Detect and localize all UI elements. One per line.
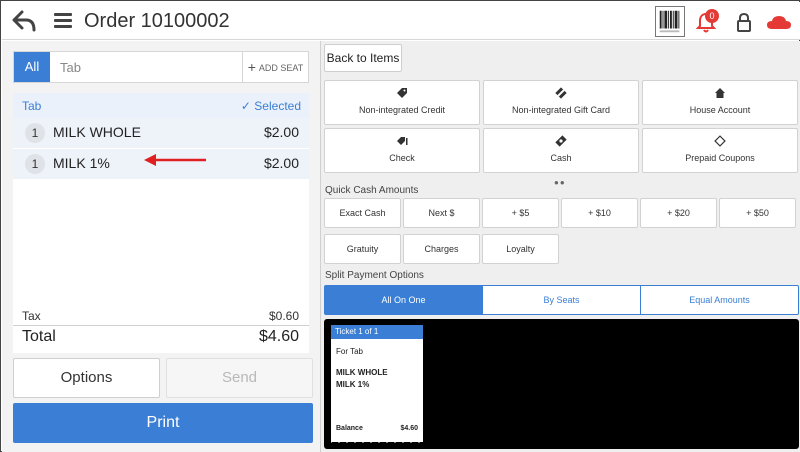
app-frame: Order 10100002 0 All Tab + ADD SEAT Tab … — [0, 0, 800, 452]
payment-label: House Account — [689, 105, 751, 115]
cash-icon — [555, 135, 567, 147]
items-group-header[interactable]: Tab ✓ Selected — [13, 93, 309, 118]
payment-label: Prepaid Coupons — [685, 153, 755, 163]
order-item-row[interactable]: 1 MILK WHOLE $2.00 — [13, 118, 309, 148]
item-name: MILK 1% — [53, 155, 110, 171]
quick-cash-plus-50[interactable]: + $50 — [719, 198, 796, 228]
item-price: $2.00 — [263, 124, 299, 140]
ticket-balance-label: Balance — [336, 425, 363, 432]
quick-cash-exact[interactable]: Exact Cash — [324, 198, 401, 228]
send-button[interactable]: Send — [166, 358, 313, 398]
payment-prepaid-coupons[interactable]: Prepaid Coupons — [642, 128, 798, 173]
item-name: MILK WHOLE — [53, 124, 141, 140]
tag-icon — [397, 88, 407, 98]
gift-card-icon — [555, 87, 567, 99]
page-title: Order 10100002 — [84, 10, 230, 32]
payment-label: Cash — [550, 153, 572, 163]
group-tab-name: Tab — [22, 99, 42, 113]
notification-badge: 0 — [705, 9, 719, 23]
tax-value: $0.60 — [268, 309, 299, 323]
ticket-tear-edge — [331, 442, 423, 446]
ticket-item: MILK WHOLE — [336, 368, 388, 377]
seat-tab-bar: All Tab + ADD SEAT — [13, 51, 309, 83]
ticket-header: Ticket 1 of 1 — [331, 325, 423, 339]
split-by-seats[interactable]: By Seats — [483, 286, 640, 314]
lock-icon[interactable] — [736, 12, 752, 32]
tax-label: Tax — [22, 309, 41, 323]
ticket-for: For Tab — [336, 347, 363, 356]
barcode-icon[interactable] — [655, 6, 685, 37]
annotation-arrow-icon — [144, 154, 206, 166]
payment-cash[interactable]: Cash — [483, 128, 639, 173]
payment-panel: Back to Items Non-integrated Credit Non-… — [320, 41, 800, 452]
split-equal-amounts[interactable]: Equal Amounts — [641, 286, 798, 314]
item-quantity: 1 — [25, 123, 45, 143]
order-items-list: Tab ✓ Selected 1 MILK WHOLE $2.00 1 MILK… — [13, 93, 309, 353]
back-to-items-button[interactable]: Back to Items — [324, 44, 402, 72]
quick-cash-next[interactable]: Next $ — [403, 198, 480, 228]
print-button[interactable]: Print — [13, 403, 313, 443]
quick-cash-plus-5[interactable]: + $5 — [482, 198, 559, 228]
payment-label: Non-integrated Credit — [358, 105, 446, 115]
tab-all[interactable]: All — [14, 52, 50, 82]
coupon-icon — [714, 135, 726, 147]
hamburger-menu-icon[interactable] — [54, 13, 72, 29]
split-payment-selector: All On One By Seats Equal Amounts — [324, 285, 799, 315]
add-seat-button[interactable]: + ADD SEAT — [242, 52, 308, 82]
options-button[interactable]: Options — [13, 358, 160, 398]
payment-label: Non-integrated Gift Card — [511, 105, 611, 115]
payment-label: Check — [389, 153, 415, 163]
ticket-card[interactable]: Ticket 1 of 1 For Tab MILK WHOLE MILK 1%… — [331, 325, 423, 446]
order-panel: All Tab + ADD SEAT Tab ✓ Selected 1 MILK … — [2, 41, 320, 452]
item-price: $2.00 — [263, 155, 299, 171]
check-icon — [397, 137, 408, 145]
item-quantity: 1 — [25, 154, 45, 174]
cloud-icon[interactable] — [766, 14, 792, 30]
payment-non-integrated-gift-card[interactable]: Non-integrated Gift Card — [483, 80, 639, 125]
quick-cash-plus-20[interactable]: + $20 — [640, 198, 717, 228]
quick-cash-title: Quick Cash Amounts — [325, 185, 419, 196]
split-payment-title: Split Payment Options — [325, 270, 424, 281]
loyalty-button[interactable]: Loyalty — [482, 234, 559, 264]
divider — [13, 325, 309, 326]
page-indicator: ●● — [554, 178, 566, 187]
total-value: $4.60 — [258, 328, 299, 345]
back-arrow-icon[interactable] — [12, 10, 36, 32]
add-seat-label: ADD SEAT — [258, 63, 304, 73]
quick-cash-plus-10[interactable]: + $10 — [561, 198, 638, 228]
top-bar: Order 10100002 0 — [2, 2, 800, 40]
charges-button[interactable]: Charges — [403, 234, 480, 264]
ticket-item: MILK 1% — [336, 380, 370, 389]
total-label: Total — [22, 328, 56, 345]
ticket-preview-area: Ticket 1 of 1 For Tab MILK WHOLE MILK 1%… — [324, 319, 799, 449]
tab-name[interactable]: Tab — [60, 60, 81, 75]
payment-house-account[interactable]: House Account — [642, 80, 798, 125]
split-all-on-one[interactable]: All On One — [325, 286, 482, 314]
home-icon — [715, 88, 725, 98]
gratuity-button[interactable]: Gratuity — [324, 234, 401, 264]
plus-icon: + — [247, 59, 256, 75]
payment-check[interactable]: Check — [324, 128, 480, 173]
payment-non-integrated-credit[interactable]: Non-integrated Credit — [324, 80, 480, 125]
ticket-balance-value: $4.60 — [400, 425, 418, 432]
selected-indicator: ✓ Selected — [240, 99, 301, 113]
